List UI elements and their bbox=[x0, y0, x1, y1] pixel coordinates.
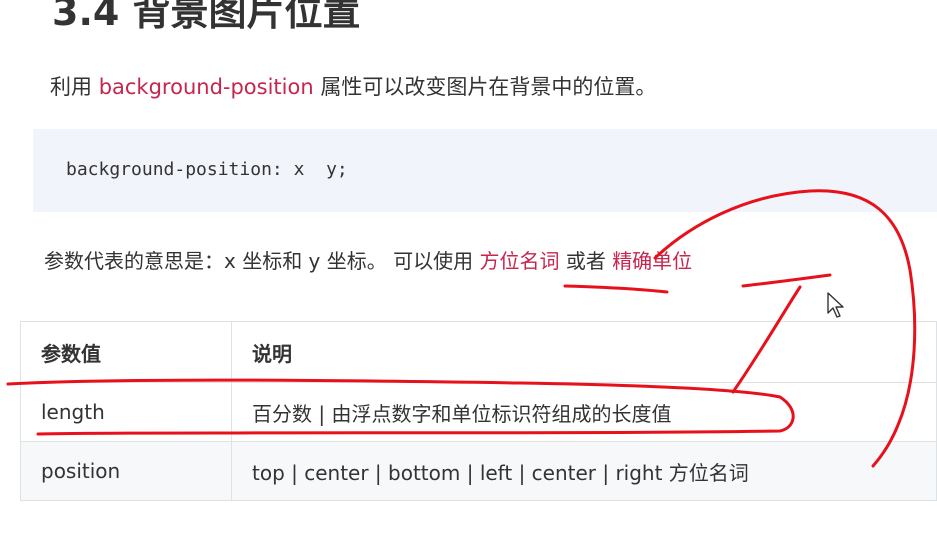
param-table: 参数值 说明 length 百分数 | 由浮点数字和单位标识符组成的长度值 po… bbox=[20, 321, 937, 501]
table-header-cell: 说明 bbox=[231, 321, 937, 383]
annotation-underline-unit bbox=[741, 273, 832, 288]
table-header-row: 参数值 说明 bbox=[20, 321, 937, 383]
params-paragraph: 参数代表的意思是：x 坐标和 y 坐标。 可以使用 方位名词 或者 精确单位 bbox=[44, 246, 692, 276]
table-header-cell: 参数值 bbox=[20, 321, 232, 383]
intro-paragraph: 利用 background-position 属性可以改变图片在背景中的位置。 bbox=[50, 72, 656, 102]
intro-prefix: 利用 bbox=[50, 75, 99, 99]
table-cell: top | center | bottom | left | center | … bbox=[231, 441, 937, 501]
table-row: position top | center | bottom | left | … bbox=[20, 441, 937, 501]
annotation-underline-direction bbox=[563, 284, 669, 294]
params-option-direction: 方位名词 bbox=[479, 249, 560, 273]
mouse-cursor-icon bbox=[827, 292, 844, 318]
intro-keyword: background-position bbox=[98, 75, 314, 99]
code-text: background-position: x y; bbox=[66, 159, 348, 180]
code-block: background-position: x y; bbox=[33, 129, 937, 212]
section-heading: 3.4 背景图片位置 bbox=[52, 0, 361, 34]
table-row: length 百分数 | 由浮点数字和单位标识符组成的长度值 bbox=[20, 382, 937, 442]
params-prefix: 参数代表的意思是：x 坐标和 y 坐标。 可以使用 bbox=[44, 249, 480, 273]
params-middle: 或者 bbox=[559, 249, 613, 273]
table-cell: 百分数 | 由浮点数字和单位标识符组成的长度值 bbox=[231, 382, 937, 442]
table-cell: length bbox=[20, 382, 232, 442]
params-option-unit: 精确单位 bbox=[612, 249, 693, 273]
table-cell: position bbox=[20, 441, 232, 501]
intro-suffix: 属性可以改变图片在背景中的位置。 bbox=[313, 75, 657, 99]
